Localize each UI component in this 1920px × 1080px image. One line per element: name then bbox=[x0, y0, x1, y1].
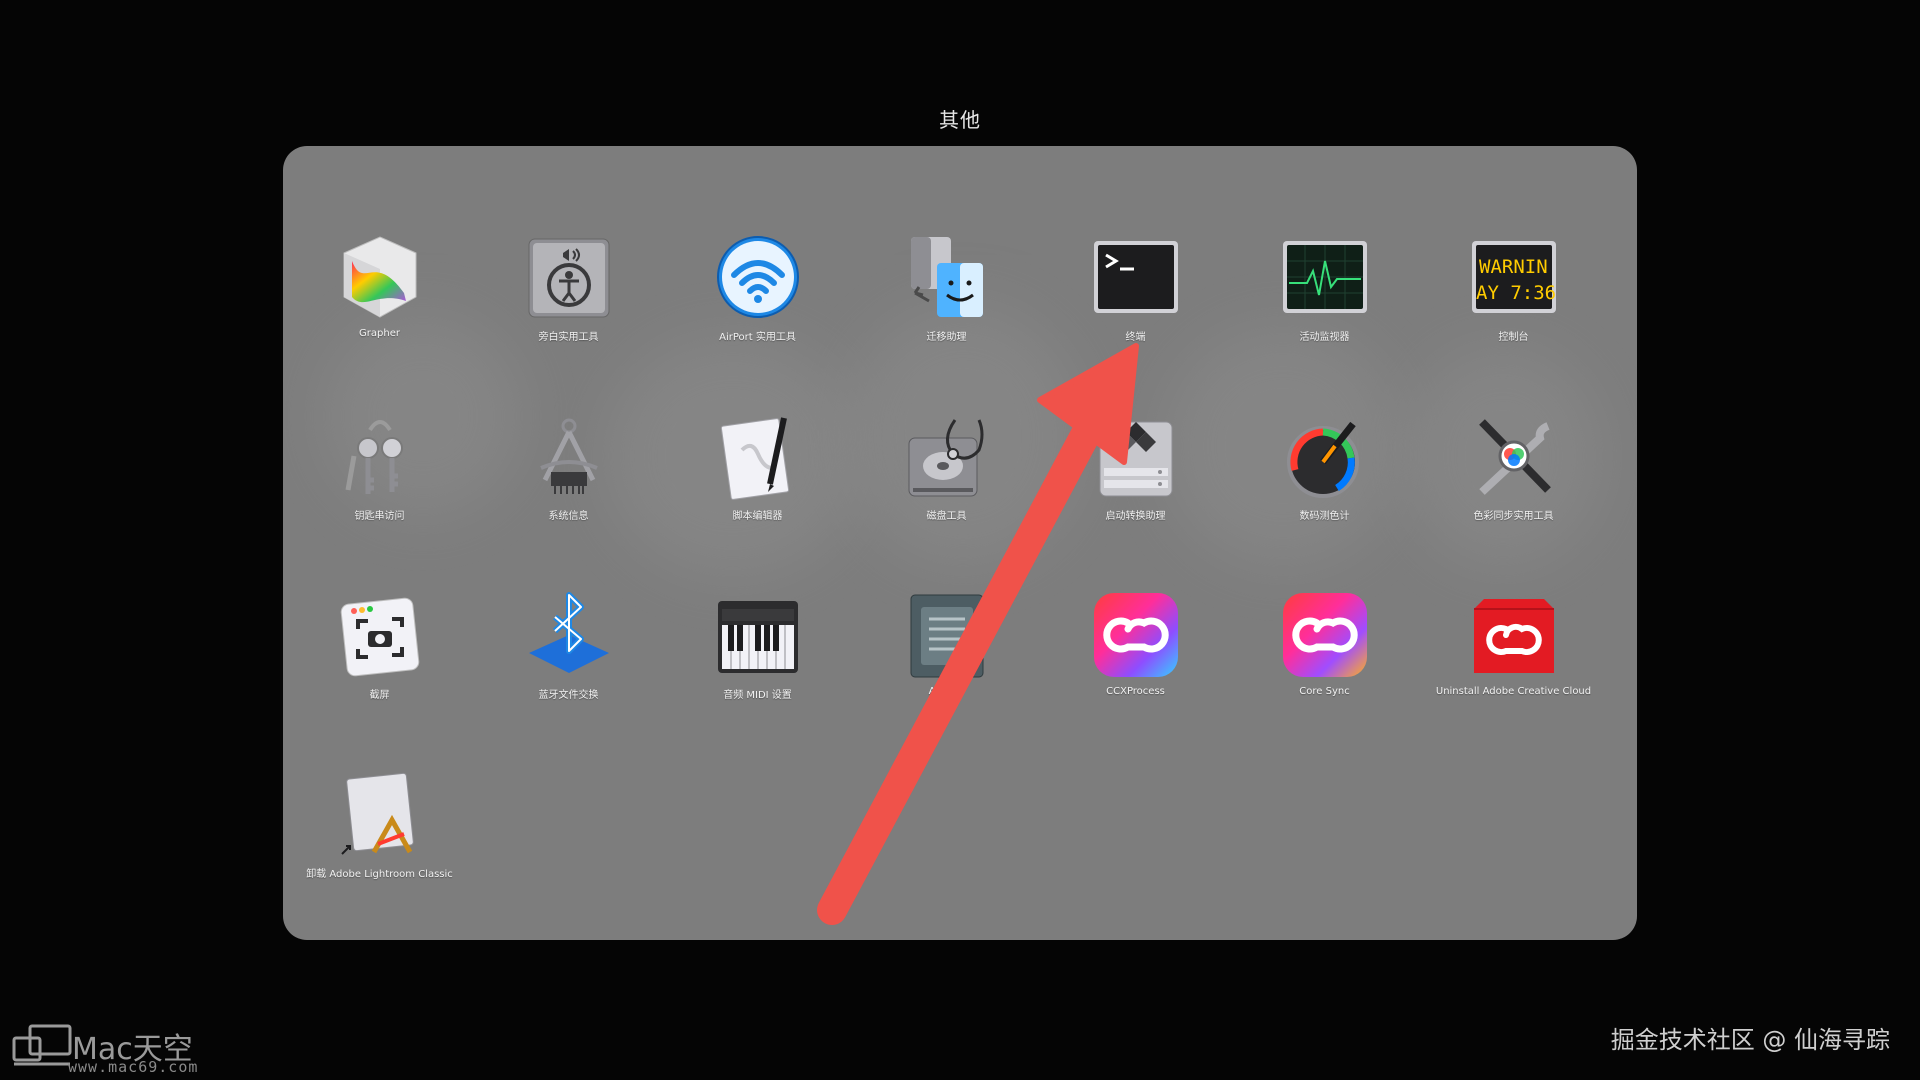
watermark-url: www.mac69.com bbox=[68, 1058, 199, 1076]
monitor-logo-icon bbox=[12, 1024, 72, 1066]
watermark-juejin: 掘金技术社区 @ 仙海寻踪 bbox=[1610, 1026, 1890, 1054]
watermark-mac69: Mac天空 www.mac69.com bbox=[12, 1024, 232, 1076]
annotation-arrow bbox=[817, 343, 1139, 925]
